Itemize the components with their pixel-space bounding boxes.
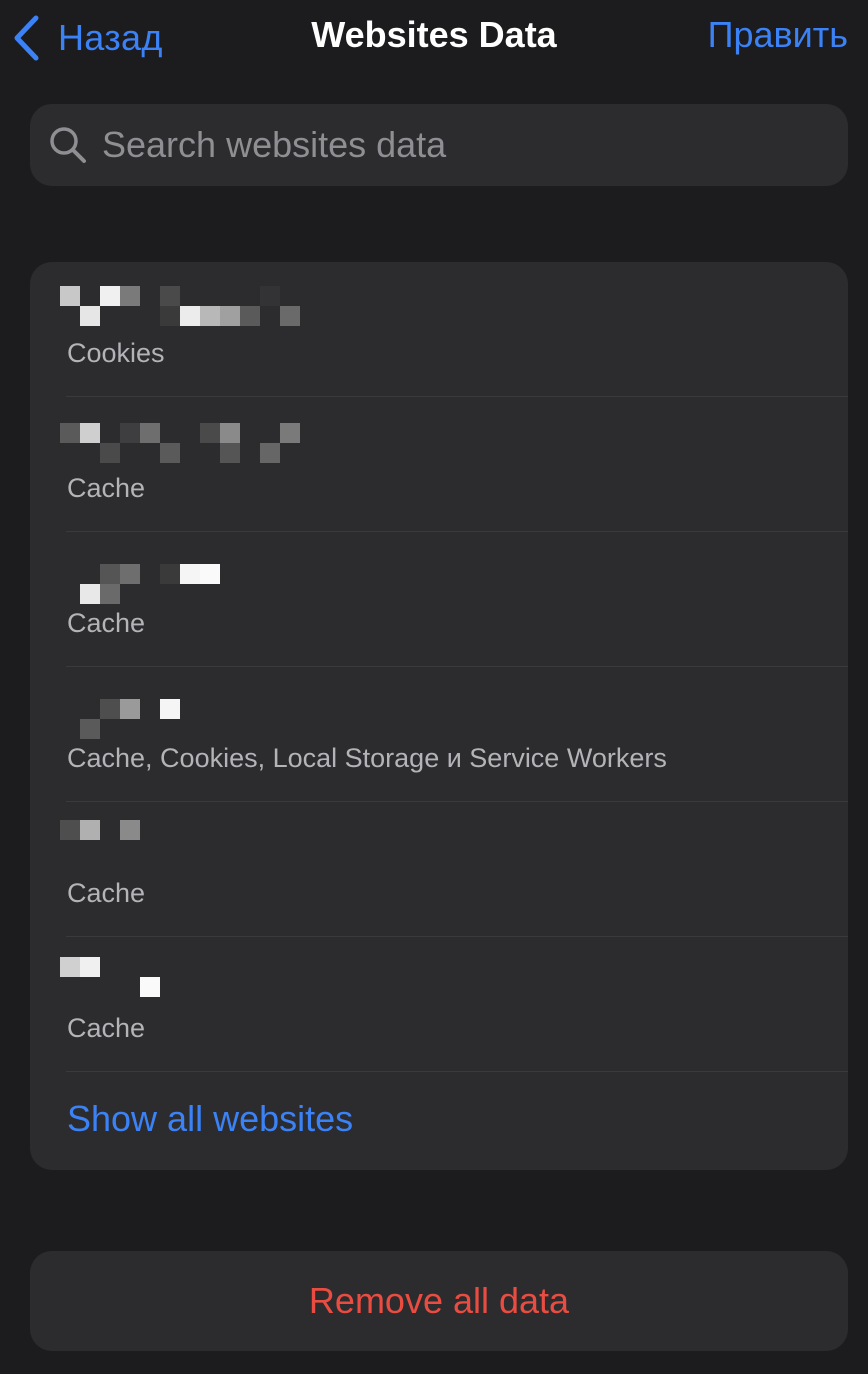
website-name-obscured bbox=[60, 419, 360, 463]
navigation-bar: Назад Websites Data Править bbox=[0, 0, 868, 80]
website-name-obscured bbox=[60, 689, 360, 739]
websites-list: Cookies Cache Cache Cache, Cookies, Loca… bbox=[30, 262, 848, 1170]
website-data-kinds: Cookies bbox=[67, 338, 165, 368]
website-data-kinds: Cache bbox=[67, 1013, 146, 1043]
edit-button[interactable]: Править bbox=[708, 14, 848, 56]
website-data-kinds: Cache, Cookies, Local Storage и Service … bbox=[67, 743, 667, 773]
website-row[interactable]: Cache, Cookies, Local Storage и Service … bbox=[30, 667, 848, 802]
website-row[interactable]: Cache bbox=[30, 532, 848, 667]
remove-all-data-label: Remove all data bbox=[308, 1280, 570, 1321]
row-divider bbox=[66, 1071, 848, 1072]
website-data-kinds: Cache bbox=[67, 473, 146, 503]
website-row[interactable]: Cache bbox=[30, 937, 848, 1072]
search-bar[interactable] bbox=[30, 104, 848, 186]
website-name-obscured bbox=[60, 820, 360, 868]
remove-all-data-button[interactable]: Remove all data bbox=[30, 1251, 848, 1351]
website-name-obscured bbox=[60, 554, 360, 604]
website-data-kinds: Cache bbox=[67, 608, 146, 638]
website-row[interactable]: Cookies bbox=[30, 262, 848, 397]
website-name-obscured bbox=[60, 284, 360, 328]
website-name-obscured bbox=[60, 957, 360, 1003]
show-all-websites-button[interactable]: Show all websites bbox=[67, 1098, 353, 1140]
website-row[interactable]: Cache bbox=[30, 397, 848, 532]
website-row[interactable]: Cache bbox=[30, 802, 848, 937]
search-input[interactable] bbox=[100, 114, 848, 176]
website-data-kinds: Cache bbox=[67, 878, 146, 908]
search-icon bbox=[48, 125, 88, 165]
